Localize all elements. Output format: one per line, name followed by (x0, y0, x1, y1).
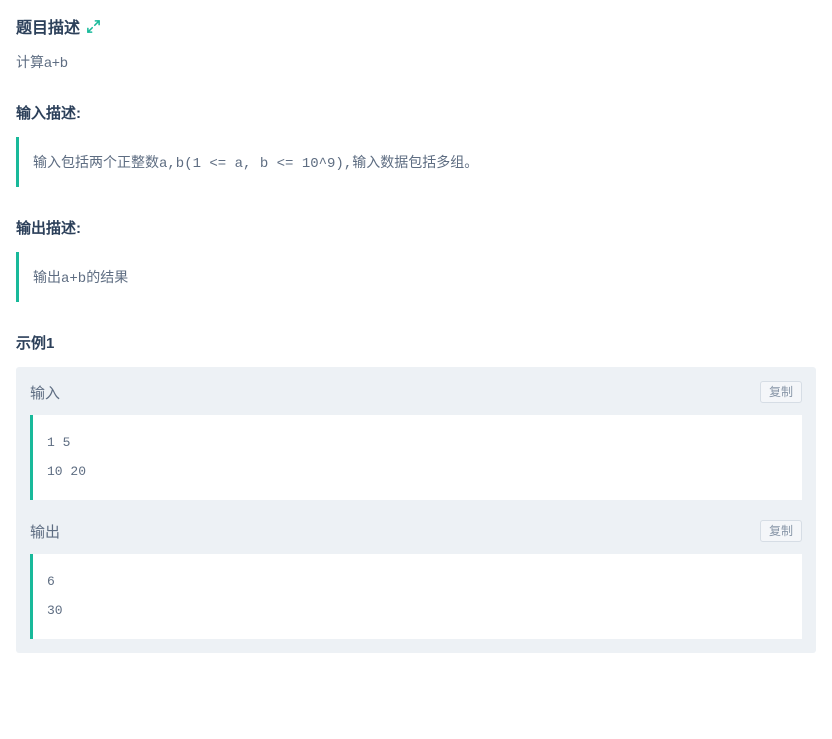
expand-icon[interactable] (86, 19, 101, 34)
example-title: 示例1 (16, 332, 816, 353)
example-input-label: 输入 (30, 382, 60, 403)
problem-title: 题目描述 (16, 14, 80, 38)
example-input-code: 1 5 10 20 (30, 415, 802, 500)
problem-title-row: 题目描述 (16, 14, 816, 38)
example-output-code: 6 30 (30, 554, 802, 639)
copy-input-button[interactable]: 复制 (760, 381, 802, 403)
example-container: 输入 复制 1 5 10 20 输出 复制 6 30 (16, 367, 816, 653)
example-input-header: 输入 复制 (30, 381, 802, 403)
input-description: 输入包括两个正整数a,b(1 <= a, b <= 10^9),输入数据包括多组… (16, 137, 816, 187)
output-title: 输出描述: (16, 217, 816, 238)
example-output-header: 输出 复制 (30, 520, 802, 542)
input-title: 输入描述: (16, 102, 816, 123)
example-output-label: 输出 (30, 521, 60, 542)
copy-output-button[interactable]: 复制 (760, 520, 802, 542)
problem-description: 计算a+b (16, 52, 816, 72)
output-description: 输出a+b的结果 (16, 252, 816, 302)
